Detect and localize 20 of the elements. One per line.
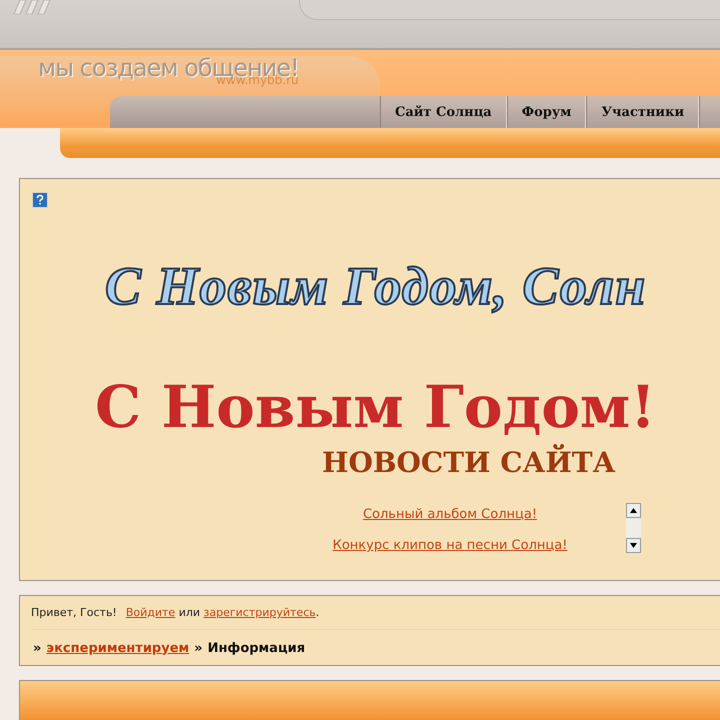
- nav-tab[interactable]: Форум: [506, 96, 586, 128]
- banner-text: С Новым Годом, Солн: [105, 257, 648, 316]
- register-link[interactable]: зарегистрируйтесь: [204, 606, 316, 619]
- breadcrumb-current: Информация: [208, 640, 306, 656]
- login-link[interactable]: Войдите: [126, 606, 176, 619]
- help-icon[interactable]: [32, 192, 48, 208]
- headline: С Новым Годом!: [95, 376, 657, 440]
- scrollbar[interactable]: [626, 503, 641, 554]
- nav-tab[interactable]: Участники: [586, 96, 700, 128]
- greeting: Привет, Гость!: [31, 606, 117, 619]
- nav-tab[interactable]: Сайт Солнца: [380, 96, 507, 128]
- news-link[interactable]: Конкурс клипов на песни Солнца!: [332, 538, 568, 554]
- login-prompt: Войдите или зарегистрируйтесь.: [126, 606, 320, 619]
- scroll-up-icon[interactable]: [626, 503, 641, 518]
- news-link[interactable]: Сольный альбом Солнца!: [362, 507, 538, 522]
- breadcrumb-link[interactable]: экспериментируем: [46, 640, 190, 656]
- news-title: НОВОСТИ САЙТА: [322, 446, 616, 480]
- breadcrumb-separator: »: [33, 640, 42, 656]
- scroll-down-icon[interactable]: [626, 538, 641, 554]
- breadcrumb-separator: »: [194, 640, 203, 656]
